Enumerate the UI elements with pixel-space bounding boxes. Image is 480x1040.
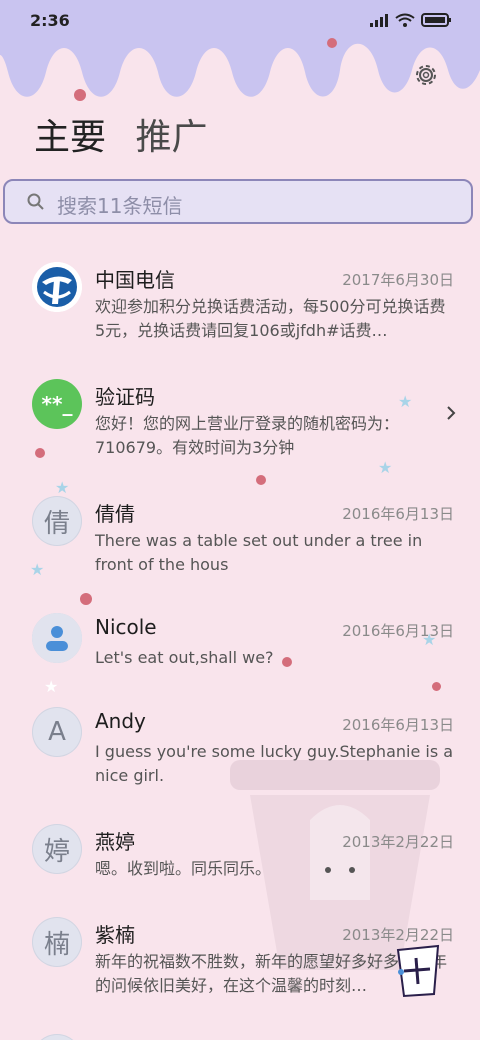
- verification-code-avatar: **_: [32, 379, 82, 429]
- search-placeholder: 搜索11条短信: [57, 194, 183, 218]
- tab-promo[interactable]: 推广: [135, 117, 207, 158]
- chevron-right-icon[interactable]: [446, 405, 456, 421]
- conversation-name: 紫楠: [95, 923, 135, 947]
- conversation-date: 2013年2月22日: [342, 833, 454, 851]
- conversation-preview: 您好！您的网上营业厅登录的随机密码为：710679。有效时间为3分钟: [95, 414, 400, 457]
- compose-button-icon[interactable]: [390, 940, 446, 1000]
- conversation-row[interactable]: 倩 倩倩 2016年6月13日 There was a table set ou…: [0, 482, 480, 594]
- conversation-name: 燕婷: [95, 830, 135, 854]
- china-telecom-logo-icon: [32, 262, 82, 312]
- conversation-row[interactable]: **_ 验证码 您好！您的网上营业厅登录的随机密码为：710679。有效时间为3…: [0, 365, 480, 477]
- conversation-date: 2017年6月30日: [342, 271, 454, 289]
- contact-avatar: 倩: [32, 496, 82, 546]
- contact-avatar: 楠: [32, 917, 82, 967]
- conversation-name: Nicole: [95, 615, 157, 639]
- conversation-name: 验证码: [95, 385, 155, 409]
- search-icon: [27, 193, 44, 210]
- contact-avatar: A: [32, 707, 82, 757]
- conversation-row[interactable]: 子玲: [0, 1020, 480, 1040]
- conversation-name: Andy: [95, 709, 146, 733]
- conversation-preview: I guess you're some lucky guy.Stephanie …: [95, 742, 454, 785]
- status-time: 2:36: [30, 11, 70, 30]
- contact-avatar: 婷: [32, 824, 82, 874]
- settings-gear-icon[interactable]: [412, 61, 440, 89]
- contact-avatar: [32, 1034, 82, 1040]
- header-tabs: 主要 推广: [34, 108, 225, 160]
- conversation-row[interactable]: 中国电信 2017年6月30日 欢迎参加积分兑换话费活动，每500分可兑换话费5…: [0, 248, 480, 360]
- conversation-preview: There was a table set out under a tree i…: [95, 531, 423, 574]
- person-icon: [32, 613, 82, 663]
- conversation-preview: 欢迎参加积分兑换话费活动，每500分可兑换话费5元，兑换话费请回复106或jfd…: [95, 297, 446, 340]
- conversation-name: 中国电信: [95, 268, 175, 292]
- conversation-name: 倩倩: [95, 502, 135, 526]
- search-input[interactable]: 搜索11条短信: [3, 179, 473, 224]
- status-icons: [370, 13, 451, 27]
- conversation-row[interactable]: A Andy 2016年6月13日 I guess you're some lu…: [0, 693, 480, 805]
- conversation-date: 2016年6月13日: [342, 622, 454, 640]
- status-bar: 2:36: [0, 0, 480, 40]
- conversation-preview: 嗯。收到啦。同乐同乐。: [95, 859, 272, 878]
- conversation-date: 2016年6月13日: [342, 505, 454, 523]
- conversation-date: 2016年6月13日: [342, 716, 454, 734]
- tab-main[interactable]: 主要: [34, 117, 106, 158]
- conversation-preview: Let's eat out,shall we?: [95, 648, 274, 667]
- conversation-name: 子玲: [95, 1036, 135, 1040]
